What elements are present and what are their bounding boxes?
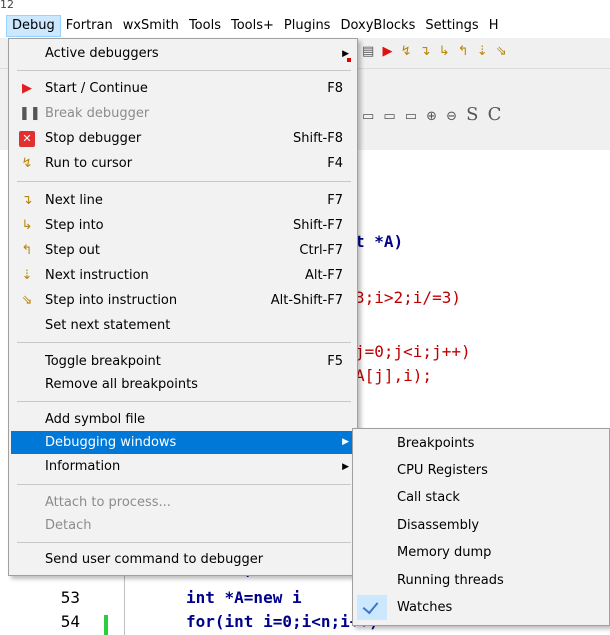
step-out-icon: ↰ (21, 243, 33, 258)
menu-fortran[interactable]: Fortran (61, 15, 118, 37)
line-number: 53 (60, 588, 80, 607)
menu-item-add-symbol-file[interactable]: Add symbol file (11, 408, 355, 432)
checkbox-checked (357, 595, 387, 620)
menu-item-attach-to-process[interactable]: Attach to process... (11, 491, 355, 515)
next-instruction-icon: ⇣ (21, 268, 33, 283)
debugging-windows-submenu: Breakpoints CPU Registers Call stack Dis… (352, 428, 610, 626)
submenu-item-breakpoints[interactable]: Breakpoints (355, 430, 607, 457)
menu-item-step-into-instruction[interactable]: ⇘ Step into instruction Alt-Shift-F7 (11, 289, 355, 313)
menu-item-next-instruction[interactable]: ⇣ Next instruction Alt-F7 (11, 264, 355, 288)
menu-item-active-debuggers[interactable]: Active debuggers ▶ (11, 42, 355, 66)
menu-separator (17, 401, 351, 402)
submenu-item-memory-dump[interactable]: Memory dump (355, 539, 607, 566)
menu-plugins[interactable]: Plugins (279, 15, 336, 37)
frame-icon[interactable]: ▭ (383, 109, 395, 124)
stop-icon: ✕ (19, 131, 35, 147)
menubar: Debug Fortran wxSmith Tools Tools+ Plugi… (0, 14, 610, 38)
step-into-instruction-icon: ⇘ (21, 293, 33, 308)
code-fragment-4: A[j],i); (355, 366, 433, 385)
run-to-cursor-icon: ↯ (21, 156, 33, 171)
menu-separator (17, 342, 351, 343)
window-title-strip: 12 (0, 0, 610, 14)
step-into-icon: ↳ (21, 218, 33, 233)
menu-item-stop-debugger[interactable]: ✕ Stop debugger Shift-F8 (11, 127, 355, 151)
line-number: 54 (60, 612, 80, 631)
pause-icon: ❚❚ (19, 106, 41, 121)
menu-doxyblocks[interactable]: DoxyBlocks (335, 15, 420, 37)
submenu-item-call-stack[interactable]: Call stack (355, 484, 607, 511)
code-line-54: for(int i=0;i<n;i++) (186, 612, 379, 631)
debug-step-out-icon[interactable]: ↰ (458, 44, 469, 59)
menu-item-information[interactable]: Information ▶ (11, 455, 355, 479)
menu-settings[interactable]: Settings (420, 15, 483, 37)
code-line-53: int *A=new i (186, 588, 302, 607)
menu-tools-plus[interactable]: Tools+ (226, 15, 279, 37)
play-icon: ▶ (22, 81, 32, 96)
save-icon[interactable]: ▤ (362, 44, 374, 59)
menu-separator (17, 542, 351, 543)
menu-tools[interactable]: Tools (184, 15, 226, 37)
debug-next-instruction-icon[interactable]: ⇣ (477, 44, 488, 59)
menu-item-debugging-windows[interactable]: Debugging windows ▶ (11, 431, 355, 454)
frame-alt-icon[interactable]: ▭ (405, 109, 417, 124)
menu-help[interactable]: H (484, 15, 504, 37)
debug-next-line-icon[interactable]: ↴ (420, 44, 431, 59)
rect-icon[interactable]: ▭ (362, 109, 374, 124)
submenu-arrow-icon: ▶ (342, 437, 349, 447)
debug-run-to-cursor-icon[interactable]: ↯ (401, 44, 412, 59)
menu-item-next-line[interactable]: ↴ Next line F7 (11, 189, 355, 213)
submenu-item-running-threads[interactable]: Running threads (355, 567, 607, 594)
menu-item-detach[interactable]: Detach (11, 514, 355, 538)
debug-menu: Active debuggers ▶ ▶ Start / Continue F8… (8, 38, 358, 576)
debug-step-into-icon[interactable]: ↳ (439, 44, 450, 59)
debug-step-into-instruction-icon[interactable]: ⇘ (496, 44, 507, 59)
code-fragment-3: j=0;j<i;j++) (355, 342, 471, 361)
menu-separator (17, 484, 351, 485)
letter-c-button[interactable]: C (488, 104, 502, 125)
menu-item-set-next-statement[interactable]: Set next statement (11, 314, 355, 338)
menu-item-step-out[interactable]: ↰ Step out Ctrl-F7 (11, 239, 355, 263)
submenu-item-cpu-registers[interactable]: CPU Registers (355, 457, 607, 484)
code-fragment-1: t *A) (355, 232, 404, 251)
menu-item-start-continue[interactable]: ▶ Start / Continue F8 (11, 77, 355, 101)
menu-item-toggle-breakpoint[interactable]: Toggle breakpoint F5 (11, 350, 355, 374)
menu-debug[interactable]: Debug (6, 15, 61, 37)
menu-item-remove-all-breakpoints[interactable]: Remove all breakpoints (11, 373, 355, 397)
red-dot-icon (347, 58, 351, 62)
submenu-arrow-icon: ▶ (342, 49, 349, 59)
letter-s-button[interactable]: S (466, 104, 478, 125)
menu-item-break-debugger[interactable]: ❚❚ Break debugger (11, 102, 355, 126)
debug-start-icon[interactable]: ▶ (382, 44, 392, 59)
submenu-arrow-icon: ▶ (342, 462, 349, 472)
menu-item-send-user-command[interactable]: Send user command to debugger (11, 548, 355, 572)
next-line-icon: ↴ (21, 193, 33, 208)
zoom-in-icon[interactable]: ⊕ (426, 109, 437, 124)
zoom-out-icon[interactable]: ⊖ (446, 109, 457, 124)
code-fragment-2: 3;i>2;i/=3) (355, 288, 461, 307)
menu-item-step-into[interactable]: ↳ Step into Shift-F7 (11, 214, 355, 238)
change-marker (104, 615, 108, 635)
checkmark-icon (362, 597, 379, 615)
menu-wxsmith[interactable]: wxSmith (118, 15, 184, 37)
submenu-item-disassembly[interactable]: Disassembly (355, 512, 607, 539)
menu-separator (17, 70, 351, 71)
submenu-item-watches[interactable]: Watches (355, 594, 607, 621)
menu-separator (17, 181, 351, 182)
menu-item-run-to-cursor[interactable]: ↯ Run to cursor F4 (11, 152, 355, 176)
